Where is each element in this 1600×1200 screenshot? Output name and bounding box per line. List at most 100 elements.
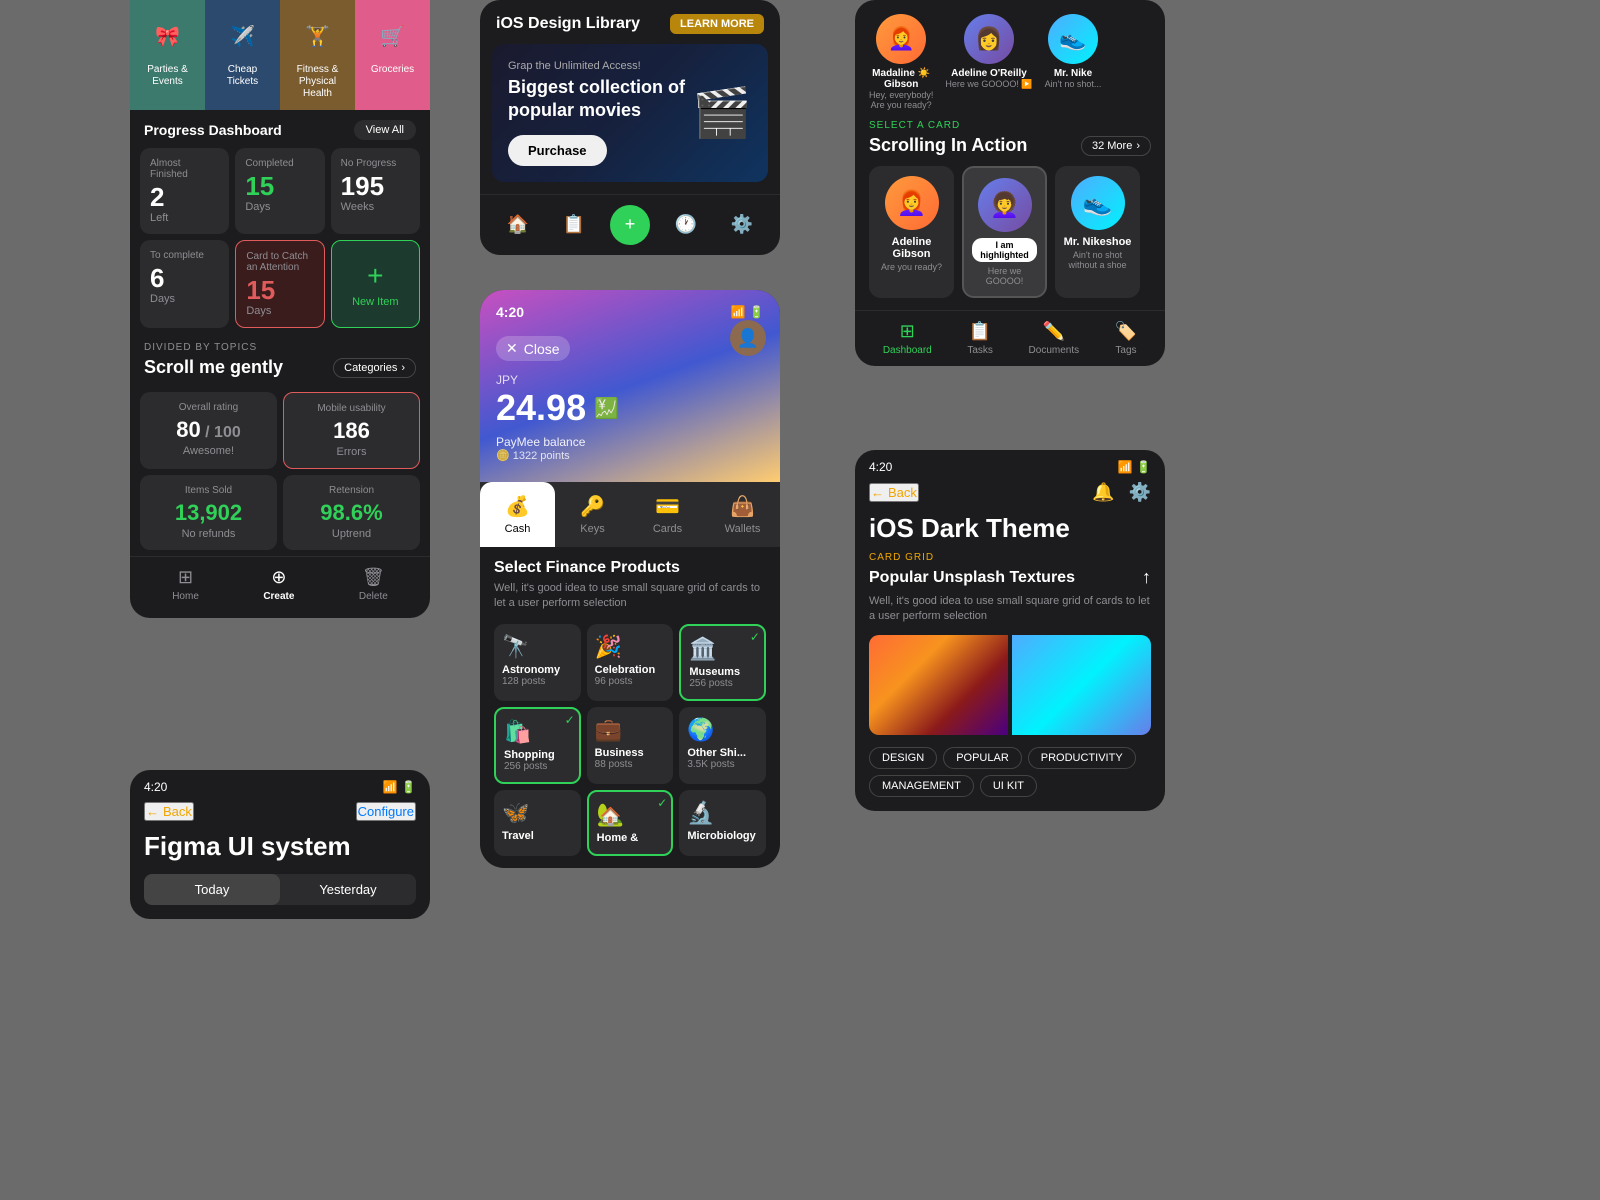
jpy-badge-icon: 💹 [594,396,619,421]
almost-finished-number: 2 [150,184,219,210]
cat-astronomy[interactable]: 🔭 Astronomy 128 posts [494,624,581,701]
cat-business[interactable]: 💼 Business 88 posts [587,707,674,784]
tab-documents[interactable]: ✏️ Documents [1029,321,1080,356]
business-icon: 💼 [595,717,666,743]
tab-cards[interactable]: 💳 Cards [630,482,705,547]
new-item-label: New Item [352,296,398,308]
topics-section: DIVIDED BY TOPICS Scroll me gently Categ… [130,334,430,392]
overall-rating-value: 80 / 100 [150,417,267,443]
tag-productivity[interactable]: PRODUCTIVITY [1028,747,1136,769]
scrolling-panel: 👩‍🦰 Madaline ☀️ Gibson Hey, everybody! A… [855,0,1165,366]
nav-home-ios[interactable]: 🏠 [498,205,538,245]
finance-section-title: Select Finance Products [494,559,766,577]
topics-header: Scroll me gently Categories › [144,357,416,378]
settings-icon[interactable]: ⚙️ [1129,482,1151,503]
to-complete-number: 6 [150,265,219,291]
finance-avatar: 👤 [730,320,766,356]
finance-body: Select Finance Products Well, it's good … [480,547,780,868]
tag-row: DESIGN POPULAR PRODUCTIVITY MANAGEMENT U… [855,747,1165,811]
travel-name: Travel [502,830,573,842]
learn-more-button[interactable]: LEARN MORE [670,14,764,34]
new-item-card[interactable]: + New Item [331,240,420,328]
app-icon-tickets[interactable]: ✈️ Cheap Tickets [205,0,280,110]
tag-management[interactable]: MANAGEMENT [869,775,974,797]
card-adeline-gibson[interactable]: 👩‍🦰 Adeline Gibson Are you ready? [869,166,954,298]
card-highlighted[interactable]: 👩‍🦱 I am highlighted Here we GOOOO! [962,166,1047,298]
tags-icon: 🏷️ [1115,321,1137,342]
card-catch-unit: Days [246,305,313,317]
madaline-msg: Hey, everybody! [869,90,933,100]
nav-home[interactable]: ⊞ Home [172,567,199,602]
mr-nike-name: Mr. Nike [1045,68,1102,79]
app-icon-parties[interactable]: 🎀 Parties & Events [130,0,205,110]
nav-list-ios[interactable]: 📋 [554,205,594,245]
app-icon-fitness[interactable]: 🏋️ Fitness & Physical Health [280,0,355,110]
tab-dashboard[interactable]: ⊞ Dashboard [883,321,932,356]
figma-back-button[interactable]: ← Back [144,802,194,821]
tab-tasks[interactable]: 📋 Tasks [967,321,993,356]
travel-icon: 🦋 [502,800,573,826]
cat-shopping[interactable]: ✓ 🛍️ Shopping 256 posts [494,707,581,784]
cat-other[interactable]: 🌍 Other Shi... 3.5K posts [679,707,766,784]
close-button[interactable]: ✕ Close [496,336,570,361]
groceries-icon: 🛒 [371,14,415,58]
cat-museums[interactable]: ✓ 🏛️ Museums 256 posts [679,624,766,701]
figma-title: Figma UI system [130,831,430,874]
back-label: Back [888,485,917,500]
close-label: Close [524,341,560,357]
madaline-name: Madaline ☀️ [869,68,933,79]
tag-design[interactable]: DESIGN [869,747,937,769]
nav-plus-ios[interactable]: + [610,205,650,245]
stats-grid-2: To complete 6 Days Card to Catch an Atte… [130,240,430,328]
tab-tags[interactable]: 🏷️ Tags [1115,321,1137,356]
ios-lib-nav: 🏠 📋 + 🕐 ⚙️ [480,194,780,255]
shopping-name: Shopping [504,749,571,761]
dashboard-tab-label: Dashboard [883,345,932,356]
bell-icon[interactable]: 🔔 [1092,482,1114,503]
card-mr-nikeshoe[interactable]: 👟 Mr. Nikeshoe Ain't no shot without a s… [1055,166,1140,298]
progress-dashboard-panel: 🎀 Parties & Events ✈️ Cheap Tickets 🏋️ F… [130,0,430,618]
tab-today[interactable]: Today [144,874,280,905]
tab-yesterday[interactable]: Yesterday [280,874,416,905]
cat-celebration[interactable]: 🎉 Celebration 96 posts [587,624,674,701]
nav-delete[interactable]: 🗑 Delete [359,567,388,602]
configure-button[interactable]: Configure [356,802,416,821]
tasks-icon: 📋 [969,321,991,342]
divided-label: DIVIDED BY TOPICS [144,342,416,353]
tag-popular[interactable]: POPULAR [943,747,1022,769]
cat-home[interactable]: ✓ 🏡 Home & [587,790,674,856]
categories-button[interactable]: Categories › [333,358,416,378]
category-grid: 🔭 Astronomy 128 posts 🎉 Celebration 96 p… [494,624,766,856]
cat-travel[interactable]: 🦋 Travel [494,790,581,856]
chevron-right-more-icon: › [1136,140,1140,152]
shopping-icon: 🛍️ [504,719,571,745]
nav-clock-ios[interactable]: 🕐 [666,205,706,245]
card-catch-label: Card to Catch an Attention [246,251,313,273]
ios-lib-title: iOS Design Library [496,15,640,33]
completed-label: Completed [245,158,314,169]
tag-ui-kit[interactable]: UI KIT [980,775,1037,797]
card-nikeshoe-img: 👟 [1071,176,1125,230]
highlighted-badge: I am highlighted [972,238,1037,262]
card-highlighted-status: Here we GOOOO! [972,266,1037,286]
texture-grid [869,635,1151,735]
more-button[interactable]: 32 More › [1081,136,1151,156]
purchase-button[interactable]: Purchase [508,135,607,166]
nav-gear-ios[interactable]: ⚙️ [722,205,762,245]
tab-cash[interactable]: 💰 Cash [480,482,555,547]
finance-header: 4:20 📶 🔋 ✕ Close 👤 JPY 24.98 💹 PayMee ba… [480,290,780,482]
app-icon-groceries[interactable]: 🛒 Groceries [355,0,430,110]
dark-back-button[interactable]: ← Back [869,483,919,502]
museums-name: Museums [689,666,756,678]
madaline-lastname: Gibson [869,79,933,90]
share-icon[interactable]: ↑ [1142,567,1151,588]
tab-keys[interactable]: 🔑 Keys [555,482,630,547]
celebration-name: Celebration [595,664,666,676]
tab-wallets[interactable]: 👜 Wallets [705,482,780,547]
view-all-button[interactable]: View All [354,120,416,140]
cat-microbiology[interactable]: 🔬 Microbiology [679,790,766,856]
almost-finished-unit: Left [150,212,219,224]
jpy-amount: 24.98 💹 [496,387,764,429]
nav-create[interactable]: ⊕ Create [263,567,294,602]
avatar-adeline: 👩 Adeline O'Reilly Here we GOOOO! ▶️ [945,14,1032,110]
